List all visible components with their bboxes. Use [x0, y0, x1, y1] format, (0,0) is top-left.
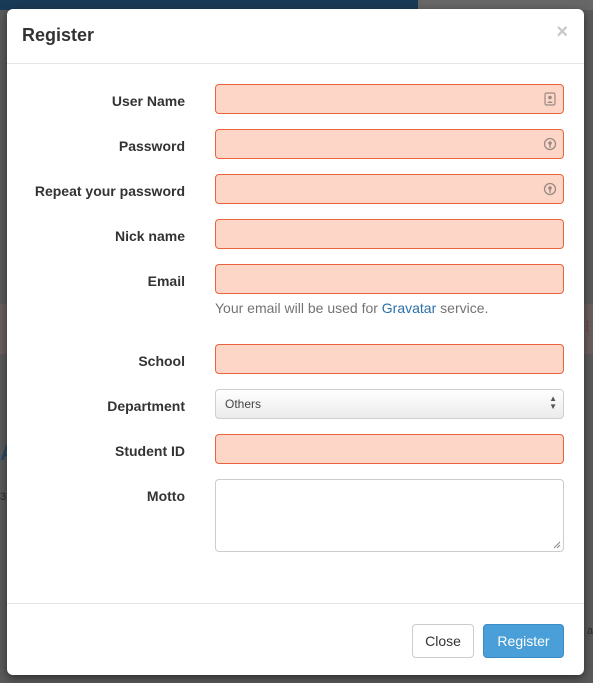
repeat-password-label: Repeat your password — [34, 183, 185, 199]
username-label: User Name — [111, 93, 185, 109]
student-id-label: Student ID — [115, 443, 185, 459]
nickname-label: Nick name — [114, 228, 185, 244]
background-text-left: 3 — [0, 491, 7, 503]
email-help-suffix: service. — [436, 300, 489, 316]
select-arrows-icon: ▲ ▼ — [549, 394, 557, 411]
key-icon[interactable] — [543, 182, 557, 196]
department-label: Department — [107, 398, 185, 414]
repeat-password-input[interactable] — [215, 174, 564, 204]
modal-header: Register × — [7, 9, 584, 64]
nickname-input[interactable] — [215, 219, 564, 249]
gravatar-link[interactable]: Gravatar — [382, 300, 436, 316]
modal-footer: Close Register — [7, 603, 584, 675]
resize-grip-icon[interactable] — [553, 541, 561, 549]
email-help-text: Your email will be used for Gravatar ser… — [215, 300, 488, 316]
department-selected-value: Others — [225, 397, 262, 411]
email-label: Email — [147, 273, 185, 289]
username-input[interactable] — [215, 84, 564, 114]
password-label: Password — [118, 138, 185, 154]
email-help-prefix: Your email will be used for — [215, 300, 382, 316]
motto-label: Motto — [146, 488, 185, 504]
close-button[interactable]: Close — [412, 624, 474, 658]
contact-card-icon[interactable] — [543, 92, 557, 106]
modal-title: Register — [22, 25, 95, 45]
school-label: School — [138, 353, 185, 369]
close-icon[interactable]: × — [556, 22, 568, 42]
school-input[interactable] — [215, 344, 564, 374]
student-id-input[interactable] — [215, 434, 564, 464]
password-input[interactable] — [215, 129, 564, 159]
email-input[interactable] — [215, 264, 564, 294]
register-modal: Register × User Name Password Repeat you… — [7, 9, 584, 675]
background-text-right-low: a — [587, 625, 593, 637]
register-button[interactable]: Register — [483, 624, 564, 658]
motto-textarea[interactable] — [215, 479, 564, 552]
key-icon[interactable] — [543, 137, 557, 151]
background-text-right: [ — [586, 320, 590, 332]
department-select[interactable]: Others ▲ ▼ — [215, 389, 564, 419]
